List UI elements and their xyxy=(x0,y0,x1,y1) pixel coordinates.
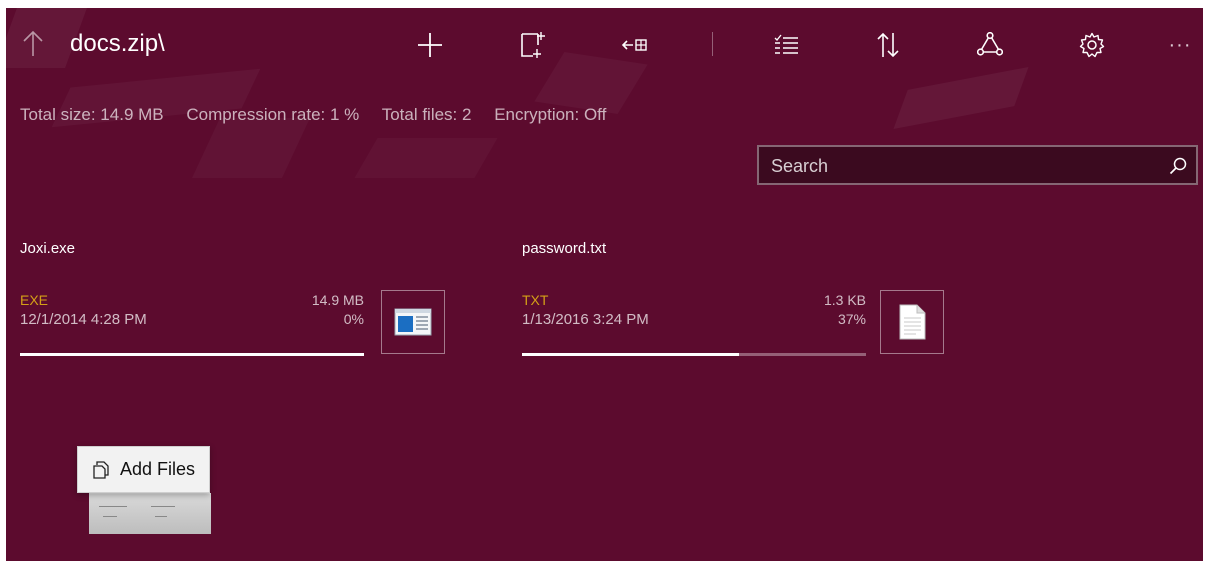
file-progress-fill xyxy=(522,353,739,356)
archive-path-title: docs.zip\ xyxy=(70,30,165,57)
search-input[interactable] xyxy=(759,147,1163,185)
file-progress-fill xyxy=(20,353,364,356)
gear-icon xyxy=(1079,32,1105,58)
thumbnail-text-line xyxy=(103,516,117,517)
file-type: TXT xyxy=(522,292,549,308)
background-decoration xyxy=(192,118,310,178)
archive-stats: Total size: 14.9 MB Compression rate: 1 … xyxy=(20,105,624,125)
new-item-icon xyxy=(521,32,545,58)
exe-window-icon xyxy=(394,308,432,336)
extract-arrow-icon xyxy=(621,39,647,51)
add-button[interactable] xyxy=(410,25,450,65)
file-progress-bar xyxy=(522,353,866,356)
file-name: password.txt xyxy=(522,240,607,257)
share-icon xyxy=(977,32,1003,56)
file-item[interactable]: Joxi.exe EXE 14.9 MB 12/1/2014 4:28 PM 0… xyxy=(20,238,450,368)
file-type: EXE xyxy=(20,292,49,308)
file-compression-rate: 37% xyxy=(837,311,866,327)
search-icon[interactable] xyxy=(1168,156,1188,176)
extract-button[interactable] xyxy=(615,25,655,65)
file-modified-date: 1/13/2016 3:24 PM xyxy=(522,311,649,328)
drag-tooltip-label: Add Files xyxy=(120,459,196,479)
total-files-label: Total files: 2 xyxy=(381,105,472,124)
file-item[interactable]: password.txt TXT 1.3 KB 1/13/2016 3:24 P… xyxy=(522,238,952,368)
more-options-button[interactable]: ··· xyxy=(1160,25,1200,65)
file-thumbnail xyxy=(880,290,944,354)
new-folder-button[interactable] xyxy=(513,25,553,65)
share-button[interactable] xyxy=(970,25,1010,65)
encryption-label: Encryption: Off xyxy=(494,105,607,124)
file-modified-date: 12/1/2014 4:28 PM xyxy=(20,311,147,328)
background-decoration xyxy=(354,138,497,178)
search-box xyxy=(757,145,1198,185)
copy-icon xyxy=(93,460,109,479)
total-size-label: Total size: 14.9 MB xyxy=(20,105,164,124)
file-size: 1.3 KB xyxy=(823,292,866,308)
compression-rate-label: Compression rate: 1 % xyxy=(186,105,360,124)
sort-button[interactable] xyxy=(868,25,908,65)
text-document-icon xyxy=(899,304,926,340)
file-size: 14.9 MB xyxy=(311,292,364,308)
up-arrow-icon[interactable] xyxy=(21,28,45,58)
thumbnail-text-line xyxy=(155,516,167,517)
sort-arrows-icon xyxy=(877,32,899,58)
header-bar: docs.zip\ ··· xyxy=(6,8,1203,86)
checklist-icon xyxy=(774,34,798,54)
thumbnail-text-line xyxy=(151,506,175,507)
settings-button[interactable] xyxy=(1072,25,1112,65)
archive-window: docs.zip\ ··· Total size: 14.9 MB Compre… xyxy=(6,8,1203,561)
thumbnail-text-line xyxy=(99,506,127,507)
file-compression-rate: 0% xyxy=(343,311,364,327)
toolbar-divider xyxy=(712,32,713,56)
drag-preview-thumbnail xyxy=(89,493,211,534)
file-thumbnail xyxy=(381,290,445,354)
plus-icon xyxy=(418,33,442,57)
file-progress-bar xyxy=(20,353,364,356)
select-mode-button[interactable] xyxy=(766,25,806,65)
drag-tooltip: Add Files xyxy=(77,446,211,493)
file-name: Joxi.exe xyxy=(20,240,76,257)
